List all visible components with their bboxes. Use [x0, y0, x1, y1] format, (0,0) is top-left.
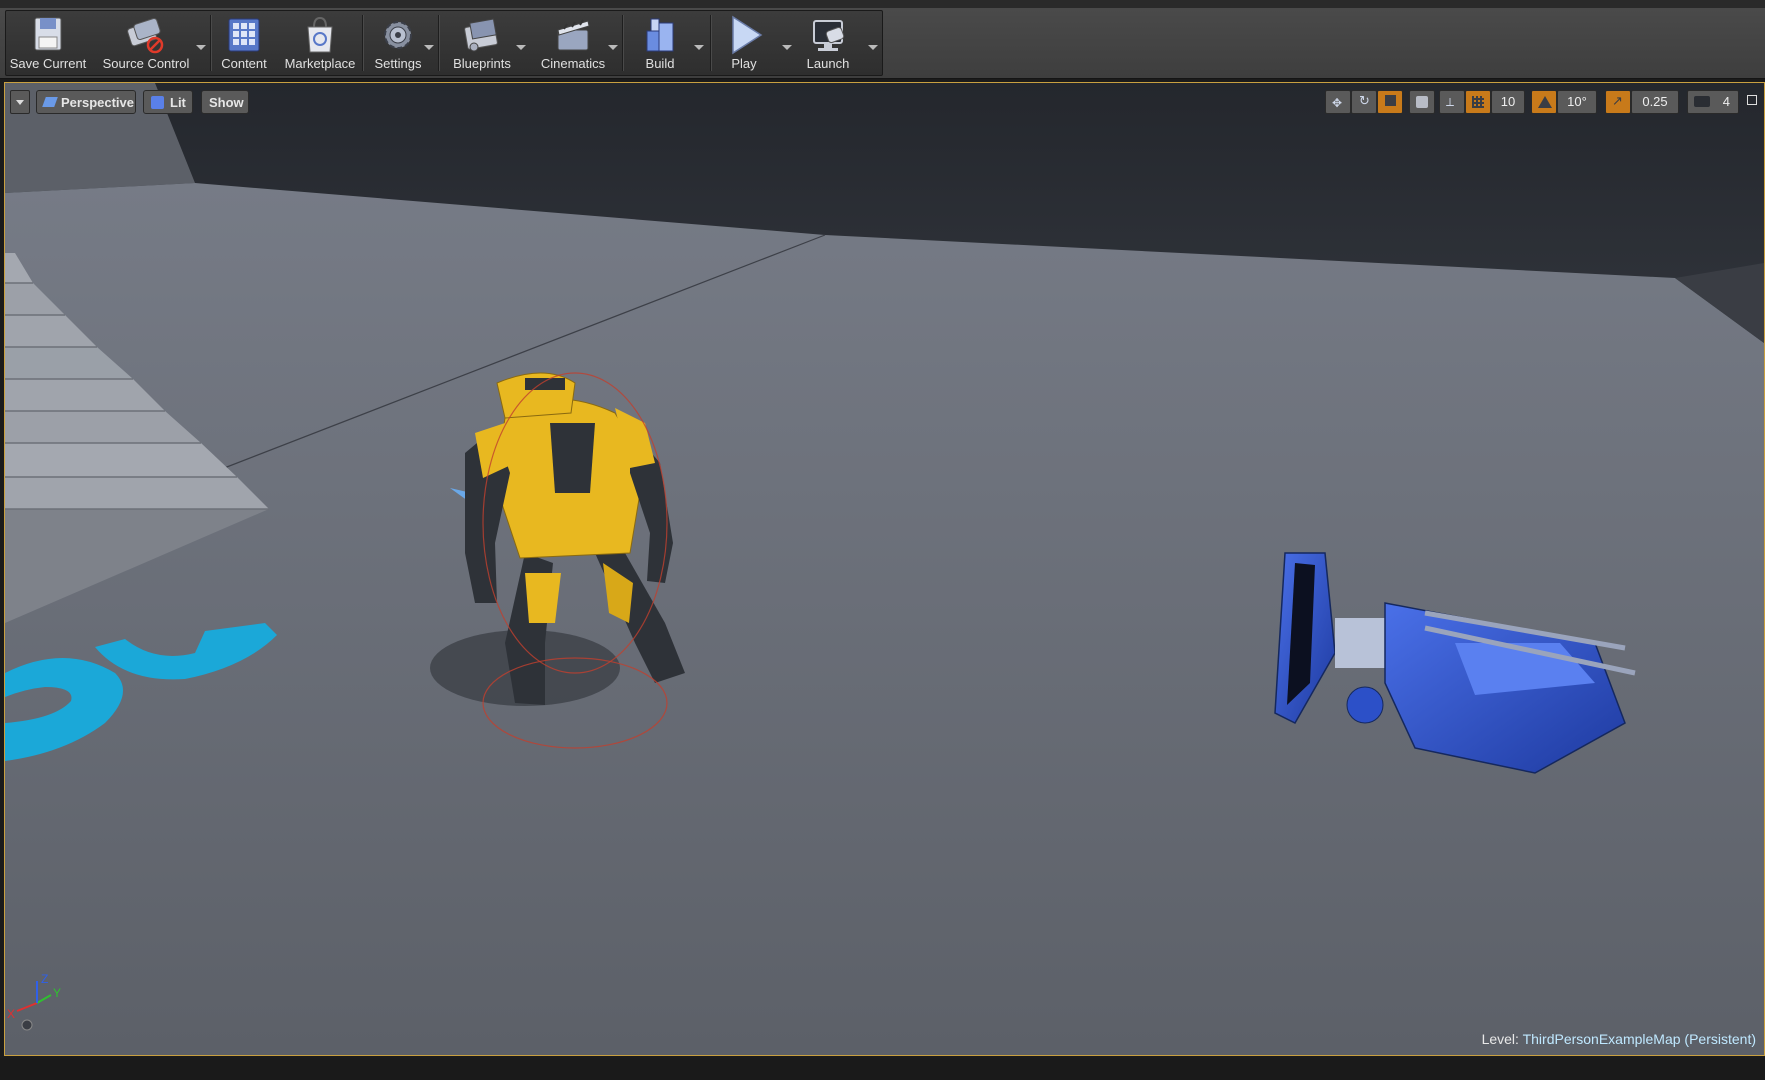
lit-label: Lit — [170, 95, 186, 110]
source-control-dropdown-arrow[interactable] — [196, 45, 206, 50]
cinematics-label: Cinematics — [540, 56, 606, 71]
marketplace-icon — [307, 16, 333, 53]
maximize-viewport-icon[interactable] — [1747, 95, 1757, 105]
play-dropdown-arrow[interactable] — [782, 45, 792, 50]
level-viewport[interactable]: X Y Z Perspective Lit Show ✥ ↻ ⟂ 10 10° … — [4, 82, 1765, 1056]
save-current-button[interactable]: Save Current — [8, 11, 88, 75]
launch-dropdown-arrow[interactable] — [868, 45, 878, 50]
source-control-button[interactable]: Source Control — [96, 11, 196, 75]
build-dropdown-arrow[interactable] — [694, 45, 704, 50]
save-current-label: Save Current — [9, 56, 87, 71]
blueprints-icon — [464, 18, 498, 52]
level-prefix: Level: — [1481, 1031, 1519, 1047]
camera-speed-icon — [1694, 96, 1710, 107]
status-bar — [0, 1058, 1765, 1080]
cinematics-button[interactable]: Cinematics — [532, 11, 614, 75]
rotation-snap-toggle[interactable] — [1531, 90, 1557, 114]
rotation-snap-value[interactable]: 10° — [1557, 90, 1597, 114]
toolbar-separator — [622, 15, 624, 71]
toolbar-area: Save Current Source Control Content Mark… — [0, 8, 1765, 79]
perspective-label: Perspective — [61, 95, 134, 110]
surface-snap-button[interactable]: ⟂ — [1439, 90, 1465, 114]
settings-button[interactable]: Settings — [368, 11, 428, 75]
launch-label: Launch — [806, 56, 850, 71]
source-control-label: Source Control — [102, 56, 190, 71]
rotation-snap-icon — [1538, 96, 1552, 108]
current-level-label: Level: ThirdPersonExampleMap (Persistent… — [1482, 1031, 1756, 1047]
content-button[interactable]: Content — [214, 11, 274, 75]
toolbar-separator — [210, 15, 212, 71]
window-title-strip — [0, 0, 1765, 8]
cinematics-dropdown-arrow[interactable] — [608, 45, 618, 50]
scale-icon — [1385, 95, 1396, 106]
grid-icon — [1472, 96, 1484, 108]
content-icon — [228, 18, 260, 52]
settings-label: Settings — [374, 56, 422, 71]
settings-icon — [384, 21, 412, 49]
rotate-icon: ↻ — [1359, 94, 1370, 109]
axis-z-label: Z — [41, 972, 48, 986]
main-toolbar: Save Current Source Control Content Mark… — [5, 10, 883, 76]
scale-snap-icon: ↗ — [1612, 94, 1623, 109]
build-label: Build — [645, 56, 675, 71]
play-label: Play — [731, 56, 757, 71]
viewport-scene[interactable]: X Y Z — [5, 83, 1764, 1055]
scale-snap-toggle[interactable]: ↗ — [1605, 90, 1631, 114]
world-local-toggle-button[interactable] — [1409, 90, 1435, 114]
translate-icon: ✥ — [1332, 96, 1343, 110]
build-button[interactable]: Build — [630, 11, 690, 75]
lit-icon — [151, 96, 164, 109]
scale-tool-button[interactable] — [1377, 90, 1403, 114]
marketplace-button[interactable]: Marketplace — [278, 11, 362, 75]
save-icon — [34, 17, 62, 51]
build-icon — [646, 18, 674, 52]
launch-button[interactable]: Launch — [792, 11, 864, 75]
grid-snap-value[interactable]: 10 — [1491, 90, 1525, 114]
scale-snap-value[interactable]: 0.25 — [1631, 90, 1679, 114]
toolbar-separator — [710, 15, 712, 71]
axis-y-label: Y — [53, 986, 61, 1000]
play-button[interactable]: Play — [714, 11, 774, 75]
floor — [5, 183, 1764, 1055]
cinematics-icon — [557, 19, 590, 51]
world-icon — [1416, 96, 1428, 108]
camera-speed-value: 4 — [1722, 94, 1730, 109]
perspective-view-button[interactable]: Perspective — [36, 90, 136, 114]
blueprints-label: Blueprints — [453, 56, 511, 71]
toolbar-separator — [362, 15, 364, 71]
translate-tool-button[interactable]: ✥ — [1325, 90, 1351, 114]
launch-icon — [813, 20, 845, 51]
source-control-icon — [127, 17, 164, 54]
content-label: Content — [221, 56, 267, 71]
play-icon — [732, 15, 763, 55]
grid-snap-toggle[interactable] — [1465, 90, 1491, 114]
level-name: ThirdPersonExampleMap (Persistent) — [1522, 1031, 1756, 1047]
settings-dropdown-arrow[interactable] — [424, 45, 434, 50]
axis-x-label: X — [7, 1007, 15, 1021]
show-flags-button[interactable]: Show — [201, 90, 249, 114]
show-label: Show — [209, 95, 244, 110]
perspective-icon — [42, 97, 58, 107]
camera-speed-button[interactable]: 4 — [1687, 90, 1739, 114]
toolbar-separator — [438, 15, 440, 71]
rotate-tool-button[interactable]: ↻ — [1351, 90, 1377, 114]
blueprints-dropdown-arrow[interactable] — [516, 45, 526, 50]
surface-snap-icon: ⟂ — [1446, 95, 1455, 109]
viewport-options-button[interactable] — [10, 90, 30, 114]
lit-mode-button[interactable]: Lit — [143, 90, 193, 114]
marketplace-label: Marketplace — [284, 56, 356, 71]
blueprints-button[interactable]: Blueprints — [442, 11, 522, 75]
chevron-down-icon — [16, 100, 24, 105]
